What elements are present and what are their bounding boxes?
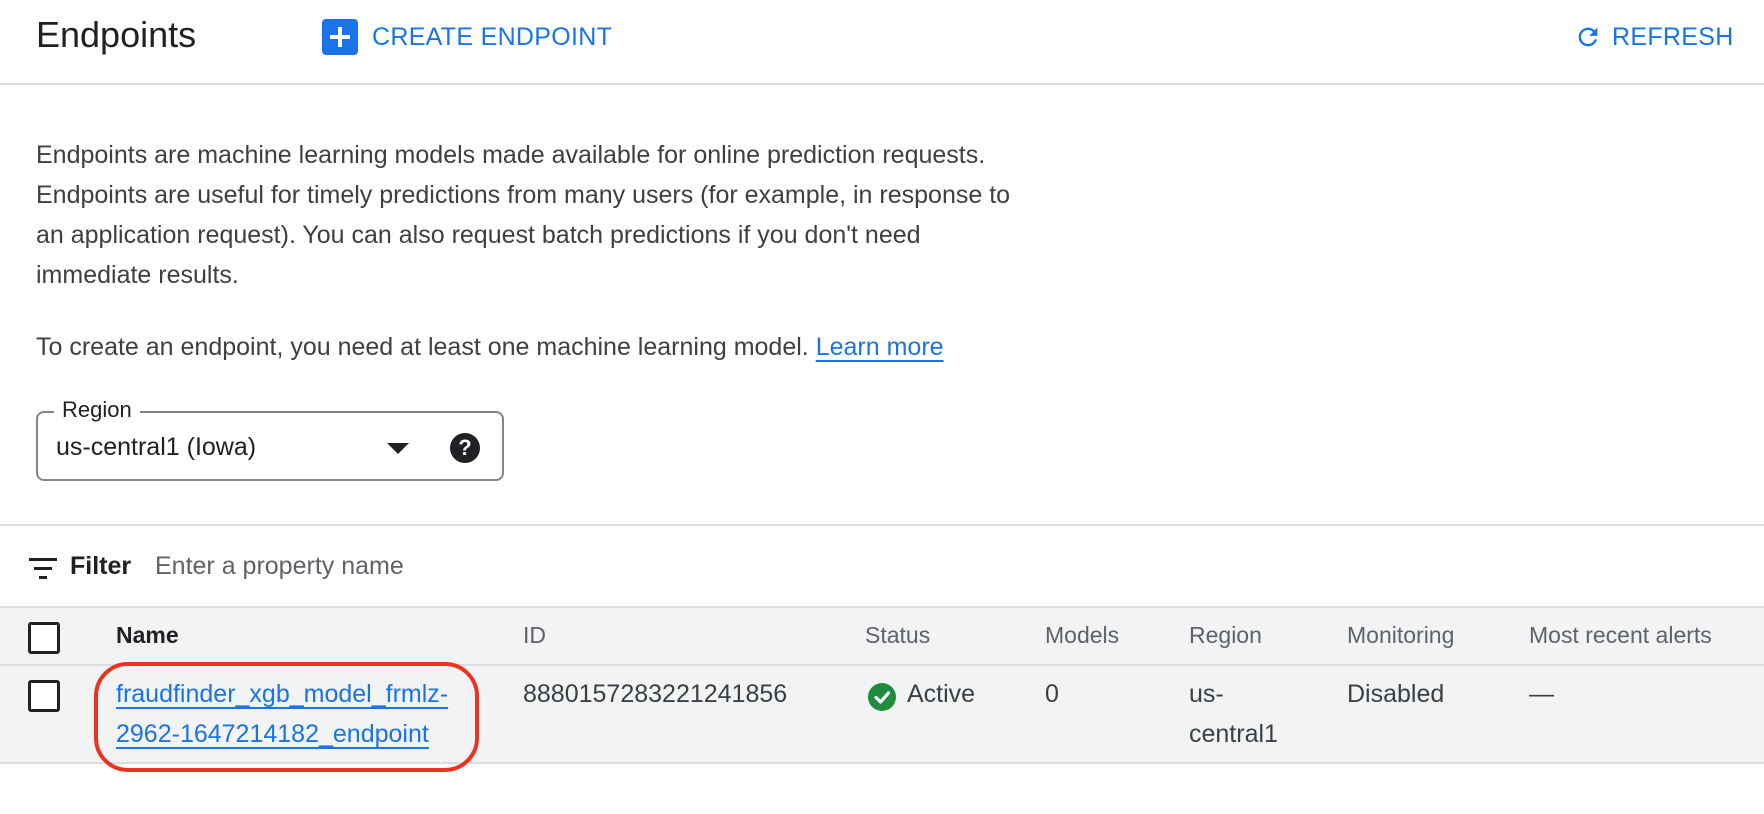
- caret-down-icon: [387, 443, 409, 454]
- endpoint-status: Active: [907, 680, 976, 708]
- plus-icon: [322, 19, 358, 55]
- endpoint-region: us- central1: [1189, 674, 1278, 754]
- check-circle-icon: [868, 683, 896, 711]
- region-value: us-central1 (Iowa): [56, 433, 257, 461]
- create-endpoint-button[interactable]: CREATE ENDPOINT: [322, 18, 612, 56]
- endpoint-region-line2: central1: [1189, 720, 1278, 748]
- create-note: To create an endpoint, you need at least…: [36, 327, 944, 367]
- page-header: Endpoints CREATE ENDPOINT REFRESH: [0, 0, 1764, 85]
- filter-bar: Filter: [0, 524, 1764, 608]
- row-checkbox[interactable]: [28, 680, 60, 712]
- description-line: an application request). You can also re…: [36, 221, 921, 249]
- column-header-id[interactable]: ID: [523, 622, 546, 649]
- endpoint-name-line2: 2962-1647214182_endpoint: [116, 720, 429, 748]
- endpoint-alerts: —: [1529, 680, 1554, 708]
- learn-more-link[interactable]: Learn more: [816, 333, 944, 361]
- refresh-icon: [1578, 27, 1598, 47]
- column-header-monitoring[interactable]: Monitoring: [1347, 622, 1454, 649]
- region-label: Region: [54, 397, 140, 423]
- filter-input[interactable]: [155, 546, 755, 586]
- help-icon[interactable]: ?: [450, 433, 480, 463]
- endpoint-name-link[interactable]: fraudfinder_xgb_model_frmlz- 2962-164721…: [116, 674, 466, 754]
- table-row: fraudfinder_xgb_model_frmlz- 2962-164721…: [0, 666, 1764, 764]
- column-header-name[interactable]: Name: [116, 622, 179, 649]
- endpoint-region-line1: us-: [1189, 680, 1224, 708]
- column-header-region[interactable]: Region: [1189, 622, 1262, 649]
- description-line: Endpoints are machine learning models ma…: [36, 141, 986, 169]
- select-all-checkbox[interactable]: [28, 622, 60, 654]
- refresh-button[interactable]: REFRESH: [1574, 18, 1734, 56]
- description-line: immediate results.: [36, 261, 239, 289]
- column-header-status[interactable]: Status: [865, 622, 930, 649]
- region-select[interactable]: Region us-central1 (Iowa) ?: [36, 397, 504, 481]
- description-line: Endpoints are useful for timely predicti…: [36, 181, 1011, 209]
- endpoint-monitoring: Disabled: [1347, 680, 1445, 708]
- endpoint-name-line1: fraudfinder_xgb_model_frmlz-: [116, 680, 449, 708]
- page-title: Endpoints: [36, 14, 197, 55]
- column-header-alerts[interactable]: Most recent alerts: [1529, 622, 1712, 649]
- create-endpoint-label: CREATE ENDPOINT: [372, 22, 613, 51]
- endpoint-id: 8880157283221241856: [523, 680, 788, 708]
- filter-icon[interactable]: [29, 558, 57, 580]
- endpoint-models: 0: [1045, 680, 1059, 708]
- endpoints-description: Endpoints are machine learning models ma…: [36, 135, 1076, 295]
- create-note-text: To create an endpoint, you need at least…: [36, 333, 809, 361]
- filter-label: Filter: [70, 552, 132, 580]
- table-header: Name ID Status Models Region Monitoring …: [0, 608, 1764, 666]
- column-header-models[interactable]: Models: [1045, 622, 1119, 649]
- refresh-label: REFRESH: [1612, 22, 1734, 51]
